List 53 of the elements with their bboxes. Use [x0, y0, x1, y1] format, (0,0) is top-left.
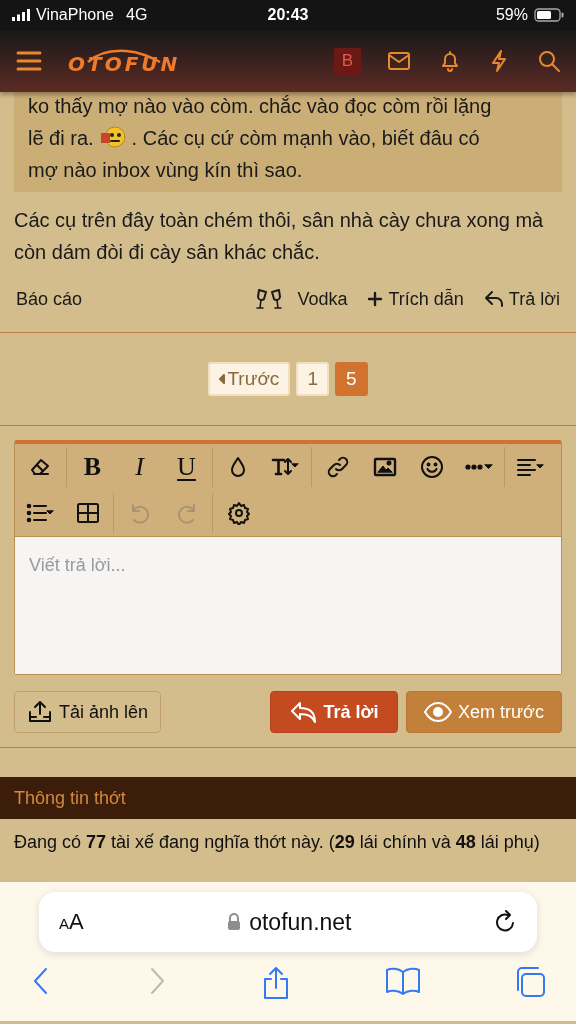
text-size-button[interactable]: AA [59, 909, 84, 935]
plus-icon [367, 291, 384, 307]
lightning-icon[interactable] [490, 50, 508, 72]
quote-text: ko thấy mợ nào vào còm. chắc vào đọc còm rồi lặng [28, 94, 492, 119]
report-link[interactable]: Báo cáo [16, 283, 83, 315]
quote-text: lẽ đi ra. [28, 127, 94, 149]
link-icon [325, 455, 350, 479]
upload-button[interactable]: Tải ảnh lên [14, 691, 162, 733]
image-icon [372, 455, 397, 479]
reload-icon[interactable] [495, 910, 517, 934]
quote-text: . Các cụ cứ còm mạnh vào, biết đâu có [131, 127, 480, 149]
menu-icon[interactable] [16, 50, 42, 72]
reply-input[interactable]: Viết trả lời... [29, 555, 547, 576]
bookmarks-icon[interactable] [384, 966, 421, 996]
vodka-link[interactable]: Vodka [256, 283, 348, 315]
tabs-icon[interactable] [514, 966, 546, 998]
settings-icon [226, 501, 251, 525]
lock-icon [227, 913, 242, 931]
page-button[interactable]: 1 [296, 362, 329, 396]
reply-icon [483, 290, 504, 308]
info-text: Đang có 77 tài xế đang nghĩa thớt này. (29 lái chính và 48 lái phụ) [13, 831, 541, 854]
quote-link[interactable]: Trích dẫn [367, 283, 464, 315]
share-icon[interactable] [261, 966, 291, 1000]
more-icon [464, 463, 493, 471]
quote-text: mợ nào inbox vùng kín thì sao. [28, 158, 303, 183]
caret-icon [219, 374, 226, 384]
glasses-icon [256, 288, 283, 310]
url-address[interactable]: otofun.net [249, 908, 352, 936]
post-text: Các cụ trên đây toàn chém thôi, sân nhà cày chưa xong mà còn dám đòi đi cày sân khác chắc. [13, 208, 545, 265]
battery-icon [534, 8, 564, 22]
site-logo[interactable]: OTOFUN [68, 49, 181, 73]
signal-icon [12, 9, 30, 21]
section-header: Thông tin thớt [0, 777, 576, 819]
reply-link[interactable]: Trả lời [483, 283, 560, 315]
carrier-name: VinaPhone [36, 6, 114, 24]
clock-time: 20:43 [267, 6, 309, 24]
smiley-sticker-icon [99, 125, 126, 149]
reply-button[interactable]: Trả lời [270, 691, 398, 733]
table-icon [75, 501, 100, 525]
bold-button[interactable]: B [69, 447, 116, 487]
eye-icon [424, 702, 453, 722]
battery-percent: 59% [495, 6, 528, 24]
bell-icon[interactable] [440, 50, 460, 72]
italic-button[interactable]: I [116, 447, 163, 487]
search-icon[interactable] [538, 50, 560, 72]
mail-icon[interactable] [388, 52, 410, 70]
network-type: 4G [126, 6, 148, 24]
upload-icon [27, 700, 53, 724]
underline-button[interactable]: U [163, 447, 210, 487]
list-icon [25, 501, 56, 525]
smiley-icon [419, 455, 444, 479]
reply-icon [289, 700, 318, 724]
previous-page-button[interactable]: Trước [208, 362, 291, 396]
